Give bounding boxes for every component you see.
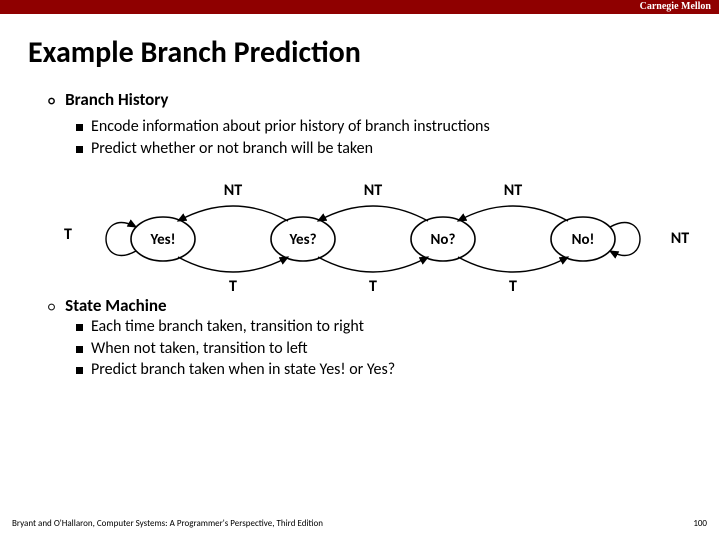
state-label: Yes! [149, 231, 175, 249]
t-arc [458, 257, 568, 272]
nt-label: NT [364, 181, 383, 200]
nt-arc [318, 206, 428, 221]
page-number: 100 [693, 518, 707, 529]
nt-label: NT [224, 181, 243, 200]
list-item-text: Predict whether or not branch will be ta… [91, 138, 373, 160]
nt-label: NT [671, 229, 690, 248]
state-label: Yes? [288, 231, 316, 249]
t-label: T [64, 225, 72, 244]
t-arc [318, 257, 428, 272]
section1-heading: Branch History [65, 89, 168, 110]
list-item-text: Encode information about prior history o… [91, 116, 490, 138]
footer-credit: Bryant and O'Hallaron, Computer Systems:… [12, 518, 323, 529]
section1-heading-row: ○ Branch History [48, 89, 719, 110]
state-label: No? [431, 231, 456, 249]
square-bullet-icon [76, 346, 83, 353]
list-item-text: When not taken, transition to left [91, 338, 308, 360]
section1-list: Encode information about prior history o… [76, 116, 719, 159]
footer: Bryant and O'Hallaron, Computer Systems:… [12, 518, 707, 529]
section2-heading-row: ○ State Machine [48, 295, 719, 316]
state-diagram: NT NT NT T NT Yes! Yes? No? No! [48, 181, 719, 297]
t-label: T [369, 277, 377, 296]
list-item: Encode information about prior history o… [76, 116, 719, 138]
list-item: Each time branch taken, transition to ri… [76, 316, 719, 338]
circle-bullet-icon: ○ [48, 301, 55, 314]
circle-bullet-icon: ○ [48, 95, 55, 108]
t-arc [178, 257, 288, 272]
square-bullet-icon [76, 367, 83, 374]
state-machine-svg: NT NT NT T NT Yes! Yes? No? No! [48, 181, 708, 297]
nt-arc [458, 206, 568, 221]
header-bar: Carnegie Mellon [0, 0, 719, 14]
t-label: T [229, 277, 237, 296]
square-bullet-icon [76, 146, 83, 153]
section2-heading: State Machine [65, 295, 166, 316]
slide-title: Example Branch Prediction [0, 14, 719, 71]
square-bullet-icon [76, 324, 83, 331]
list-item: When not taken, transition to left [76, 338, 719, 360]
list-item: Predict whether or not branch will be ta… [76, 138, 719, 160]
section2-list: Each time branch taken, transition to ri… [76, 316, 719, 381]
brand-label: Carnegie Mellon [640, 0, 711, 14]
state-label: No! [572, 231, 595, 249]
nt-arc [178, 206, 288, 221]
list-item: Predict branch taken when in state Yes! … [76, 359, 719, 381]
square-bullet-icon [76, 124, 83, 131]
nt-label: NT [504, 181, 523, 200]
list-item-text: Each time branch taken, transition to ri… [91, 316, 364, 338]
content-area: ○ Branch History Encode information abou… [0, 71, 719, 381]
t-label: T [509, 277, 517, 296]
list-item-text: Predict branch taken when in state Yes! … [91, 359, 395, 381]
